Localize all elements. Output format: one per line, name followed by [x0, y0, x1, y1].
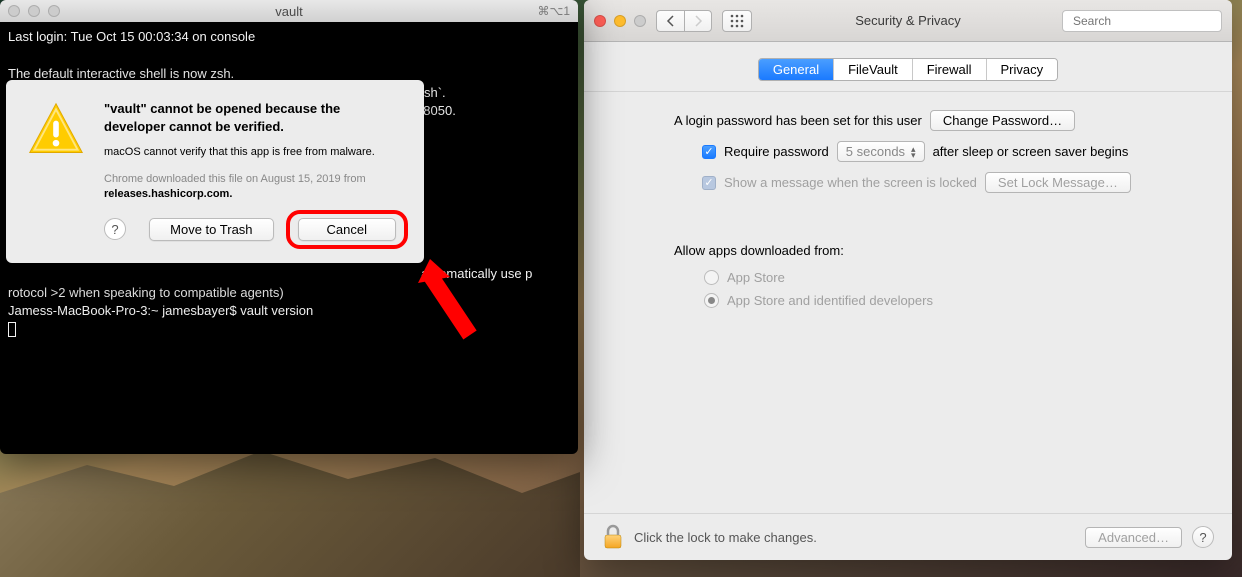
radio-app-store-label: App Store: [727, 270, 785, 285]
tab-privacy[interactable]: Privacy: [987, 59, 1058, 80]
prefs-window-title: Security & Privacy: [855, 13, 960, 28]
annotation-highlight: Cancel: [286, 210, 408, 249]
show-message-label: Show a message when the screen is locked: [724, 175, 977, 190]
forward-button: [684, 10, 712, 32]
term-line: The default interactive shell is now zsh…: [8, 66, 234, 81]
warning-triangle-icon: [26, 100, 86, 160]
radio-identified-input: [704, 293, 719, 308]
back-button[interactable]: [656, 10, 684, 32]
minimize-button[interactable]: [28, 5, 40, 17]
prefs-footer: Click the lock to make changes. Advanced…: [584, 514, 1232, 560]
prefs-toolbar: Security & Privacy: [584, 0, 1232, 42]
close-button[interactable]: [594, 15, 606, 27]
terminal-traffic-lights: [8, 5, 60, 17]
alert-button-row: ? Move to Trash Cancel: [104, 214, 404, 245]
term-line: rotocol >2 when speaking to compatible a…: [8, 285, 284, 300]
terminal-shortcut-label: ⌘⌥1: [537, 4, 570, 18]
delay-value: 5 seconds: [846, 144, 905, 159]
terminal-title: vault: [275, 4, 302, 19]
security-privacy-window: Security & Privacy General FileVault Fir…: [584, 0, 1232, 560]
search-input[interactable]: [1073, 14, 1228, 28]
set-lock-message-button: Set Lock Message…: [985, 172, 1131, 193]
tab-general[interactable]: General: [759, 59, 834, 80]
gatekeeper-alert-dialog: "vault" cannot be opened because the dev…: [6, 80, 424, 263]
alert-title: "vault" cannot be opened because the dev…: [104, 100, 404, 135]
lock-hint-text: Click the lock to make changes.: [634, 530, 817, 545]
cancel-button[interactable]: Cancel: [298, 218, 396, 241]
search-field-wrapper[interactable]: [1062, 10, 1222, 32]
term-line: Last login: Tue Oct 15 00:03:34 on conso…: [8, 29, 255, 44]
login-password-row: A login password has been set for this u…: [608, 110, 1208, 131]
after-sleep-label: after sleep or screen saver begins: [933, 144, 1129, 159]
terminal-titlebar[interactable]: vault ⌘⌥1: [0, 0, 578, 22]
grid-apps-icon: [730, 14, 744, 28]
tab-filevault[interactable]: FileVault: [834, 59, 913, 80]
alert-content: "vault" cannot be opened because the dev…: [104, 100, 404, 245]
change-password-button[interactable]: Change Password…: [930, 110, 1075, 131]
help-button[interactable]: ?: [1192, 526, 1214, 548]
lock-closed-icon[interactable]: [602, 524, 624, 550]
radio-identified-developers: App Store and identified developers: [704, 293, 1208, 308]
close-button[interactable]: [8, 5, 20, 17]
move-to-trash-button[interactable]: Move to Trash: [149, 218, 273, 241]
alert-message: macOS cannot verify that this app is fre…: [104, 145, 404, 160]
radio-app-store: App Store: [704, 270, 1208, 285]
advanced-button[interactable]: Advanced…: [1085, 527, 1182, 548]
stepper-arrows-icon: ▴▾: [911, 146, 916, 158]
chevron-left-icon: [666, 15, 676, 27]
allow-apps-radio-group: App Store App Store and identified devel…: [608, 270, 1208, 308]
alert-download-host: releases.hashicorp.com.: [104, 188, 404, 200]
general-pane: A login password has been set for this u…: [584, 91, 1232, 514]
require-password-row: ✓ Require password 5 seconds ▴▾ after sl…: [608, 141, 1208, 162]
alert-download-info: Chrome downloaded this file on August 15…: [104, 172, 404, 187]
login-password-label: A login password has been set for this u…: [674, 113, 922, 128]
radio-identified-label: App Store and identified developers: [727, 293, 933, 308]
require-password-checkbox[interactable]: ✓: [702, 145, 716, 159]
terminal-cursor: [8, 322, 16, 337]
term-prompt-line: Jamess-MacBook-Pro-3:~ jamesbayer$ vault…: [8, 303, 313, 318]
require-password-delay-select[interactable]: 5 seconds ▴▾: [837, 141, 925, 162]
show-all-button[interactable]: [722, 10, 752, 32]
show-message-checkbox: ✓: [702, 176, 716, 190]
help-button[interactable]: ?: [104, 218, 126, 240]
require-password-label: Require password: [724, 144, 829, 159]
radio-app-store-input: [704, 270, 719, 285]
prefs-traffic-lights: [594, 15, 646, 27]
allow-apps-label: Allow apps downloaded from:: [608, 243, 1208, 258]
nav-back-forward: [656, 10, 712, 32]
chevron-right-icon: [693, 15, 703, 27]
tab-bar: General FileVault Firewall Privacy: [584, 42, 1232, 91]
tab-firewall[interactable]: Firewall: [913, 59, 987, 80]
zoom-button[interactable]: [634, 15, 646, 27]
term-line: automatically use p: [418, 266, 533, 281]
minimize-button[interactable]: [614, 15, 626, 27]
show-message-row: ✓ Show a message when the screen is lock…: [608, 172, 1208, 193]
zoom-button[interactable]: [48, 5, 60, 17]
